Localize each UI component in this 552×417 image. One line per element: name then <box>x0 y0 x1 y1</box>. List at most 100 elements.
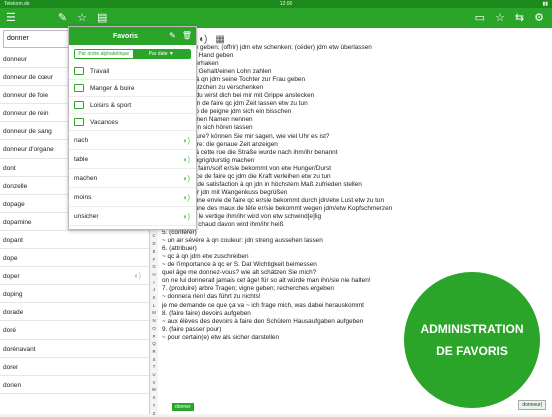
word-label: dont <box>3 164 16 172</box>
flashcard-icon[interactable]: ▤ <box>97 12 107 24</box>
favorite-label: machen <box>74 174 98 182</box>
folder-icon <box>74 118 84 126</box>
word-label: dope <box>3 255 18 263</box>
sort-segmented-control: Par ordre alphabétique Par date ▼ <box>74 49 191 59</box>
entry-line: ~ qc à qn jdm etw zuschreiben <box>162 253 249 261</box>
speaker-icon[interactable]: ◖) <box>183 136 191 145</box>
translate-icon[interactable]: ⇆ <box>515 12 524 24</box>
speaker-icon[interactable]: ◖) <box>183 212 191 221</box>
word-label: donneur de rein <box>3 110 49 118</box>
sort-date-button[interactable]: Par date ▼ <box>132 50 190 58</box>
alphabet-letter[interactable]: Q <box>150 340 158 348</box>
word-list-item[interactable]: doper ◖) <box>0 267 149 286</box>
alphabet-letter[interactable]: J <box>150 286 158 294</box>
alphabet-letter[interactable]: N <box>150 317 158 325</box>
alphabet-letter[interactable]: W <box>150 386 158 394</box>
entry-line: le temps à qn de faire qc jdm Zeit lasse… <box>162 100 308 108</box>
alphabet-letter[interactable]: C <box>150 232 158 240</box>
favorites-title: Favoris <box>113 32 138 40</box>
alphabet-letter[interactable]: L <box>150 302 158 310</box>
alphabet-letter[interactable]: T <box>150 363 158 371</box>
alphabet-letter[interactable]: M <box>150 309 158 317</box>
favorite-item[interactable]: machen ◖) <box>69 169 196 188</box>
speaker-icon[interactable]: ◖) <box>183 174 191 183</box>
window-icon[interactable]: ▭ <box>475 12 485 24</box>
edit-icon[interactable]: ✎ <box>169 32 176 40</box>
entry-line: à qn jdn unterhaken <box>162 60 219 68</box>
alphabet-letter[interactable]: S <box>150 356 158 364</box>
folder-icon <box>74 67 84 75</box>
alphabet-letter[interactable]: V <box>150 379 158 387</box>
alphabet-letter[interactable]: Y <box>150 402 158 410</box>
word-list-item[interactable]: dorénavant <box>0 340 149 358</box>
entry-line: chats à ~ Kätzchen zu verschenken <box>162 84 264 92</box>
folder-icon <box>74 84 84 92</box>
word-label: donzelle <box>3 182 28 190</box>
speaker-icon[interactable]: ◖) <box>183 155 191 164</box>
alphabet-letter[interactable]: X <box>150 394 158 402</box>
alphabet-letter[interactable]: I <box>150 279 158 287</box>
favorite-list: nach ◖) table ◖) machen ◖) moins ◖) unsicher ◖) <box>69 131 196 226</box>
folder-label: Loisirs & sport <box>90 101 132 109</box>
speaker-icon[interactable]: ◖) <box>183 193 191 202</box>
favorite-star-icon[interactable]: ☆ <box>495 12 505 24</box>
alphabet-letter[interactable]: O <box>150 325 158 333</box>
word-label: dopant <box>3 236 23 244</box>
sort-alpha-button[interactable]: Par ordre alphabétique <box>75 50 133 58</box>
entry-line: ~ beaucoup de satisfaction à qn jdn in h… <box>162 180 362 188</box>
top-toolbar: ☰ ✎ ☆ ▤ ▭ ☆ ⇆ ⚙ <box>0 8 552 28</box>
favorites-popover: Favoris ✎ 🗑 Par ordre alphabétique Par d… <box>68 26 197 230</box>
favorites-folder[interactable]: Loisirs & sport <box>69 97 196 114</box>
carrier-label: Telekom.de <box>4 1 30 7</box>
favorites-folder[interactable]: Vacances <box>69 114 196 131</box>
alphabet-letter[interactable]: K <box>150 294 158 302</box>
entry-line: exacte montre: die genaue Zeit anzeigen <box>162 140 278 148</box>
entry-line: à qn un coup de peigne jdm sich ein biss… <box>162 108 292 116</box>
alphabet-letter[interactable]: Z <box>150 410 158 417</box>
word-list-item[interactable]: doping <box>0 285 149 304</box>
alphabet-letter[interactable]: E <box>150 248 158 256</box>
entry-line: ~ à qn la force de faire qc jdm die Kraf… <box>162 172 331 180</box>
alphabet-letter[interactable]: H <box>150 271 158 279</box>
word-list-item[interactable]: dorade <box>0 303 149 322</box>
word-list-item[interactable]: dorien <box>0 376 149 394</box>
settings-icon[interactable]: ⚙ <box>534 12 544 24</box>
alphabet-letter[interactable]: D <box>150 240 158 248</box>
word-list-item[interactable]: doré <box>0 321 149 340</box>
alphabet-letter[interactable]: F <box>150 256 158 264</box>
favorite-item[interactable]: nach ◖) <box>69 131 196 150</box>
badge-line-2: DE FAVORIS <box>436 344 508 358</box>
word-list-item[interactable]: dopant <box>0 231 149 250</box>
alphabet-letter[interactable]: P <box>150 333 158 341</box>
word-label: doping <box>3 291 23 299</box>
word-label: dorénavant <box>3 345 36 353</box>
word-list-item[interactable]: dorer <box>0 358 149 376</box>
favorite-item[interactable]: table ◖) <box>69 150 196 169</box>
favorite-item[interactable]: moins ◖) <box>69 188 196 207</box>
favorite-item[interactable]: unsicher ◖) <box>69 207 196 226</box>
favorite-label: nach <box>74 136 89 144</box>
trash-icon[interactable]: 🗑 <box>182 32 192 40</box>
star-outline-icon[interactable]: ☆ <box>77 12 87 24</box>
alphabet-index[interactable]: ABCDEFGHIJKLMNOPQRSTUVWXYZ <box>150 217 158 417</box>
favorites-folder[interactable]: Manger & boire <box>69 80 196 97</box>
next-word-tag[interactable]: donneur| <box>518 400 546 410</box>
favorites-folder[interactable]: Travail <box>69 63 196 80</box>
badge-line-1: ADMINISTRATION <box>420 322 524 336</box>
status-bar: Telekom.de 12:00 ▮▮ <box>0 0 552 8</box>
alphabet-letter[interactable]: G <box>150 263 158 271</box>
alphabet-letter[interactable]: U <box>150 371 158 379</box>
folder-list: Travail Manger & boire Loisirs & sport Vaca… <box>69 63 196 131</box>
entry-line: qc lui donne faim/soif er/sie bekommt vo… <box>162 164 332 172</box>
alphabet-letter[interactable]: R <box>150 348 158 356</box>
write-icon[interactable]: ✎ <box>58 12 67 24</box>
entry-line: ~ de l'importance à qc er S. Dat Wichtig… <box>162 261 317 269</box>
entry-line: nouvelles von sich hören lassen <box>162 124 253 132</box>
entry-line: té son nom à cette rue die Straße wurde … <box>162 148 338 156</box>
entry-line: qn lui donne le vertige ihm/ihr wird von… <box>162 212 322 220</box>
word-list-item[interactable]: dope <box>0 249 149 268</box>
favorite-label: table <box>74 155 89 163</box>
speaker-icon[interactable]: ◖) <box>134 271 142 280</box>
menu-icon[interactable]: ☰ <box>6 12 16 24</box>
word-label: dopage <box>3 200 25 208</box>
